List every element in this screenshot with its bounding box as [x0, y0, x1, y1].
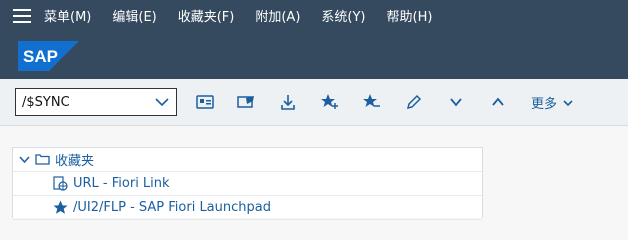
menu-item-menu[interactable]: 菜单(M) [44, 6, 91, 25]
menu-bar: 菜单(M) 编辑(E) 收藏夹(F) 附加(A) 系统(Y) 帮助(H) [0, 0, 628, 31]
menu-item-system[interactable]: 系统(Y) [321, 6, 365, 25]
chevron-down-icon[interactable] [446, 92, 466, 112]
menu-item-favorites[interactable]: 收藏夹(F) [178, 6, 235, 25]
menu-item-help[interactable]: 帮助(H) [387, 6, 433, 25]
chevron-down-icon[interactable] [19, 154, 30, 165]
sap-logo: SAP [18, 41, 79, 71]
star-icon [53, 200, 68, 214]
chevron-down-icon[interactable] [152, 92, 172, 112]
remove-favorite-icon[interactable] [362, 92, 382, 112]
tree-item-label: /UI2/FLP - SAP Fiori Launchpad [73, 200, 271, 215]
display-card-icon[interactable] [195, 92, 215, 112]
transaction-code-value[interactable]: /$SYNC [22, 95, 152, 110]
content-area: 收藏夹 URL - Fiori Link /UI2/FLP - SAP Fior… [0, 127, 628, 220]
tree-item-fiori-launchpad[interactable]: /UI2/FLP - SAP Fiori Launchpad [13, 196, 482, 220]
more-button[interactable]: 更多 [531, 93, 574, 112]
edit-document-icon[interactable] [236, 92, 256, 112]
sap-logo-text: SAP [23, 47, 58, 66]
pencil-icon[interactable] [404, 92, 424, 112]
tree-node-favorites[interactable]: 收藏夹 [13, 148, 482, 172]
transaction-code-field[interactable]: /$SYNC [15, 88, 177, 116]
tree-item-fiori-link[interactable]: URL - Fiori Link [13, 172, 482, 196]
download-icon[interactable] [278, 92, 298, 112]
url-link-icon [53, 176, 68, 191]
menu-item-extras[interactable]: 附加(A) [255, 6, 300, 25]
shell-header: SAP [0, 31, 628, 79]
favorites-tree: 收藏夹 URL - Fiori Link /UI2/FLP - SAP Fior… [12, 147, 483, 220]
more-label: 更多 [531, 97, 558, 112]
menu-item-edit[interactable]: 编辑(E) [112, 6, 156, 25]
folder-icon [35, 154, 50, 165]
hamburger-menu-icon[interactable] [0, 0, 44, 31]
tree-item-label: URL - Fiori Link [73, 176, 170, 191]
tree-node-label: 收藏夹 [55, 154, 95, 169]
chevron-down-icon [563, 99, 573, 106]
add-favorite-icon[interactable] [320, 92, 340, 112]
chevron-up-icon[interactable] [488, 92, 508, 112]
application-toolbar: /$SYNC 更多 [0, 79, 628, 126]
